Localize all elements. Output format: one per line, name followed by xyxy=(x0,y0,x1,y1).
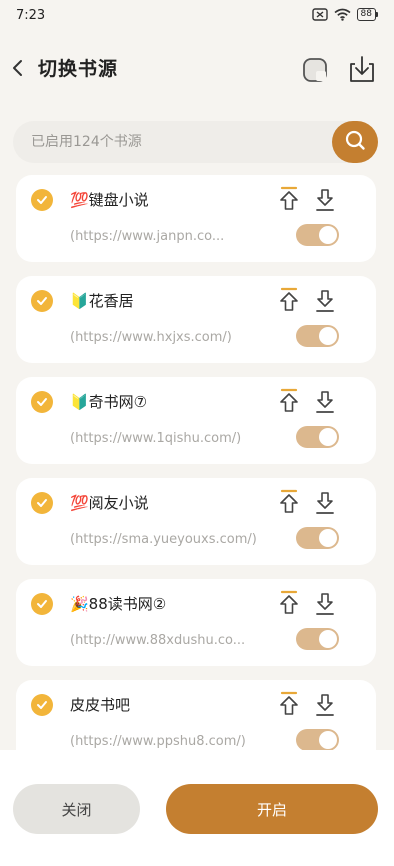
refresh-icon[interactable] xyxy=(301,56,329,84)
checkbox-selected[interactable] xyxy=(31,290,53,312)
enable-toggle[interactable] xyxy=(296,628,339,650)
source-card[interactable]: 🔰花香居 (https://www.hxjxs.com/) xyxy=(16,276,376,363)
enable-toggle[interactable] xyxy=(296,325,339,347)
source-card[interactable]: 💯阅友小说 (https://sma.yueyouxs.com/) xyxy=(16,478,376,565)
source-url: (http://www.88xdushu.co... xyxy=(70,633,246,648)
source-url: (https://sma.yueyouxs.com/) xyxy=(70,532,257,547)
toggle-knob xyxy=(319,731,337,749)
status-time: 7:23 xyxy=(16,8,46,23)
battery-icon: 88 xyxy=(356,8,378,21)
search-bar xyxy=(13,121,378,163)
check-icon xyxy=(37,398,47,406)
toggle-knob xyxy=(319,226,337,244)
move-to-top-icon[interactable] xyxy=(277,589,301,617)
source-name: 🎉88读书网② xyxy=(70,595,167,613)
toggle-knob xyxy=(319,630,337,648)
screen: 7:23 88 切换书源 已启用124个书源 💯键盘小说 (https://ww… xyxy=(0,0,394,866)
source-name: 💯阅友小说 xyxy=(70,494,149,512)
check-icon xyxy=(37,499,47,507)
header: 切换书源 xyxy=(0,48,394,88)
enable-toggle[interactable] xyxy=(296,729,339,750)
toggle-knob xyxy=(319,529,337,547)
checkbox-selected[interactable] xyxy=(31,593,53,615)
source-card[interactable]: 皮皮书吧 (https://www.ppshu8.com/) xyxy=(16,680,376,750)
source-url: (https://www.ppshu8.com/) xyxy=(70,734,246,749)
enable-toggle[interactable] xyxy=(296,224,339,246)
download-icon[interactable] xyxy=(346,54,378,86)
move-to-bottom-icon[interactable] xyxy=(314,187,336,213)
checkbox-selected[interactable] xyxy=(31,694,53,716)
toggle-knob xyxy=(319,327,337,345)
check-icon xyxy=(37,600,47,608)
move-to-top-icon[interactable] xyxy=(277,690,301,718)
checkbox-selected[interactable] xyxy=(31,391,53,413)
checkbox-selected[interactable] xyxy=(31,189,53,211)
move-to-top-icon[interactable] xyxy=(277,185,301,213)
source-card[interactable]: 🎉88读书网② (http://www.88xdushu.co... xyxy=(16,579,376,666)
check-icon xyxy=(37,297,47,305)
move-to-top-icon[interactable] xyxy=(277,286,301,314)
search-input[interactable] xyxy=(31,121,321,163)
battery-level: 88 xyxy=(356,8,376,21)
search-button[interactable] xyxy=(332,121,378,163)
close-button[interactable]: 关闭 xyxy=(13,784,140,834)
enable-toggle[interactable] xyxy=(296,426,339,448)
source-url: (https://www.hxjxs.com/) xyxy=(70,330,232,345)
source-card[interactable]: 🔰奇书网⑦ (https://www.1qishu.com/) xyxy=(16,377,376,464)
sim-off-icon xyxy=(311,8,328,21)
source-url: (https://www.1qishu.com/) xyxy=(70,431,242,446)
move-to-top-icon[interactable] xyxy=(277,387,301,415)
move-to-bottom-icon[interactable] xyxy=(314,389,336,415)
source-name: 🔰奇书网⑦ xyxy=(70,393,148,411)
search-icon xyxy=(344,129,366,155)
source-list: 💯键盘小说 (https://www.janpn.co... 🔰花香居 (htt… xyxy=(0,175,394,750)
source-name: 💯键盘小说 xyxy=(70,191,149,209)
move-to-bottom-icon[interactable] xyxy=(314,591,336,617)
status-icons: 88 xyxy=(311,8,378,21)
source-name: 皮皮书吧 xyxy=(70,696,131,714)
toggle-knob xyxy=(319,428,337,446)
bottom-action-bar: 关闭 开启 xyxy=(0,750,394,866)
check-icon xyxy=(37,196,47,204)
source-card[interactable]: 💯键盘小说 (https://www.janpn.co... xyxy=(16,175,376,262)
move-to-bottom-icon[interactable] xyxy=(314,490,336,516)
move-to-top-icon[interactable] xyxy=(277,488,301,516)
check-icon xyxy=(37,701,47,709)
status-bar: 7:23 88 xyxy=(0,0,394,32)
source-name: 🔰花香居 xyxy=(70,292,134,310)
back-arrow-icon[interactable] xyxy=(8,56,28,80)
checkbox-selected[interactable] xyxy=(31,492,53,514)
move-to-bottom-icon[interactable] xyxy=(314,692,336,718)
page-title: 切换书源 xyxy=(38,58,119,80)
source-url: (https://www.janpn.co... xyxy=(70,229,225,244)
move-to-bottom-icon[interactable] xyxy=(314,288,336,314)
start-button[interactable]: 开启 xyxy=(166,784,378,834)
wifi-icon xyxy=(334,8,351,21)
enable-toggle[interactable] xyxy=(296,527,339,549)
